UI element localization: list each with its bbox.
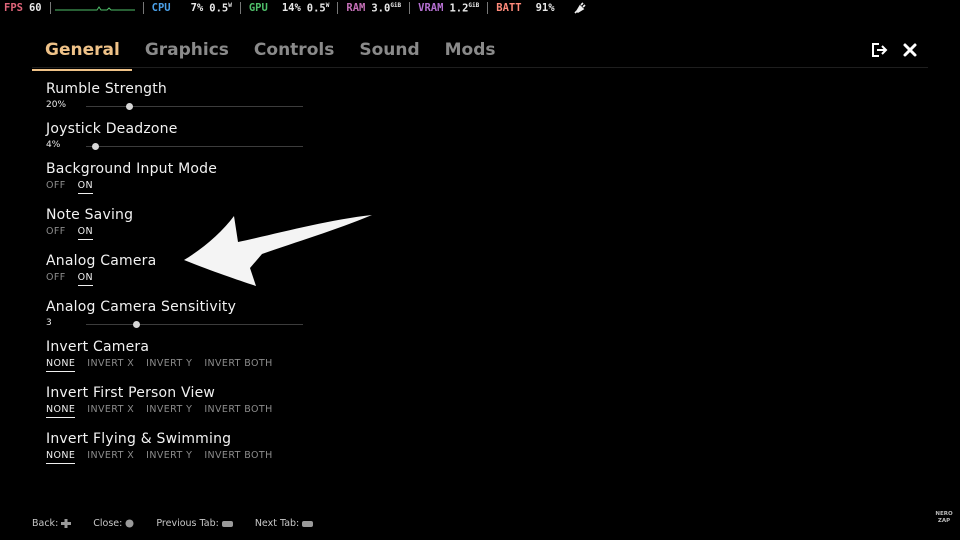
- setting-rumble-strength: Rumble Strength 20%: [46, 81, 303, 113]
- tab-divider: [32, 67, 928, 68]
- option-none[interactable]: NONE: [46, 358, 76, 372]
- option-invert-y[interactable]: INVERT Y: [146, 404, 192, 418]
- gpu-label: GPU: [248, 2, 268, 14]
- option-none[interactable]: NONE: [46, 450, 76, 464]
- shoulder-button-icon: [221, 520, 233, 527]
- setting-title: Analog Camera: [46, 253, 157, 269]
- cpu-label: CPU: [151, 2, 171, 14]
- option-group: NONE INVERT X INVERT Y INVERT BOTH: [46, 404, 285, 418]
- setting-joystick-deadzone: Joystick Deadzone 4%: [46, 121, 303, 153]
- option-group: OFF ON: [46, 226, 133, 240]
- setting-invert-flying-swimming: Invert Flying & Swimming NONE INVERT X I…: [46, 431, 285, 464]
- overlay-divider: [337, 2, 339, 14]
- tab-mods[interactable]: Mods: [432, 36, 508, 71]
- overlay-divider: [239, 2, 241, 14]
- setting-invert-camera: Invert Camera NONE INVERT X INVERT Y INV…: [46, 339, 285, 372]
- option-on[interactable]: ON: [77, 272, 93, 286]
- overlay-divider: [49, 2, 51, 14]
- setting-title: Rumble Strength: [46, 81, 168, 97]
- fps-label: FPS: [4, 2, 23, 14]
- exit-icon[interactable]: [871, 42, 888, 58]
- slider-value: 4%: [46, 140, 61, 150]
- setting-title: Joystick Deadzone: [46, 121, 178, 137]
- batt-value: 91%: [535, 2, 555, 14]
- slider-thumb[interactable]: [91, 143, 99, 150]
- slider-value: 3: [46, 318, 52, 328]
- setting-note-saving: Note Saving OFF ON: [46, 207, 133, 240]
- option-off[interactable]: OFF: [46, 180, 66, 194]
- vram-value: 1.2GiB: [449, 1, 480, 15]
- ram-value: 3.0GiB: [371, 1, 402, 15]
- option-invert-both[interactable]: INVERT BOTH: [204, 450, 272, 464]
- watermark-logo: NERO ZAP: [935, 511, 953, 524]
- option-invert-both[interactable]: INVERT BOTH: [204, 404, 272, 418]
- option-on[interactable]: ON: [77, 226, 93, 240]
- option-off[interactable]: OFF: [46, 226, 66, 240]
- b-button-icon: [125, 519, 134, 528]
- tab-controls[interactable]: Controls: [241, 36, 346, 71]
- cpu-power: 0.5W: [209, 1, 232, 15]
- vram-label: VRAM: [418, 2, 444, 14]
- cpu-usage: 7%: [190, 2, 204, 14]
- setting-title: Note Saving: [46, 207, 134, 223]
- setting-title: Invert Camera: [46, 339, 150, 355]
- overlay-divider: [142, 2, 144, 14]
- fps-graph: [54, 6, 135, 11]
- option-off[interactable]: OFF: [46, 272, 66, 286]
- setting-title: Analog Camera Sensitivity: [46, 299, 237, 315]
- option-invert-y[interactable]: INVERT Y: [146, 358, 192, 372]
- option-group: OFF ON: [46, 272, 156, 286]
- hint-close: Close:: [93, 518, 134, 529]
- hint-back: Back:: [32, 518, 72, 529]
- option-group: OFF ON: [46, 180, 217, 194]
- option-group: NONE INVERT X INVERT Y INVERT BOTH: [46, 450, 285, 464]
- setting-title: Invert Flying & Swimming: [46, 431, 232, 447]
- tab-general[interactable]: General: [32, 36, 132, 71]
- tab-graphics[interactable]: Graphics: [132, 36, 241, 71]
- setting-background-input-mode: Background Input Mode OFF ON: [46, 161, 217, 194]
- option-invert-y[interactable]: INVERT Y: [146, 450, 192, 464]
- slider-thumb[interactable]: [132, 321, 140, 328]
- tab-sound[interactable]: Sound: [346, 36, 431, 71]
- settings-tab-bar: General Graphics Controls Sound Mods: [32, 36, 508, 71]
- option-invert-x[interactable]: INVERT X: [87, 404, 134, 418]
- setting-invert-first-person-view: Invert First Person View NONE INVERT X I…: [46, 385, 285, 418]
- close-icon[interactable]: [902, 42, 918, 58]
- option-group: NONE INVERT X INVERT Y INVERT BOTH: [46, 358, 285, 372]
- option-invert-both[interactable]: INVERT BOTH: [204, 358, 272, 372]
- controller-hints: Back: Close: Previous Tab: Next Tab:: [32, 518, 335, 529]
- performance-overlay: FPS 60 CPU 7% 0.5W GPU 14% 0.5W RAM 3.0G…: [0, 0, 960, 16]
- arrow-icon: [184, 215, 372, 286]
- hint-next-tab: Next Tab:: [255, 518, 314, 529]
- gpu-power: 0.5W: [306, 1, 330, 15]
- overlay-divider: [409, 2, 411, 14]
- plug-icon: [573, 2, 586, 14]
- overlay-divider: [487, 2, 489, 14]
- joystick-deadzone-slider[interactable]: [86, 143, 303, 150]
- hint-previous-tab: Previous Tab:: [156, 518, 233, 529]
- option-none[interactable]: NONE: [46, 404, 76, 418]
- option-invert-x[interactable]: INVERT X: [87, 450, 134, 464]
- option-invert-x[interactable]: INVERT X: [87, 358, 134, 372]
- setting-analog-camera: Analog Camera OFF ON: [46, 253, 156, 286]
- ram-label: RAM: [346, 2, 366, 14]
- analog-camera-sensitivity-slider[interactable]: [86, 321, 303, 328]
- gpu-usage: 14%: [281, 2, 301, 14]
- setting-analog-camera-sensitivity: Analog Camera Sensitivity 3: [46, 299, 303, 331]
- setting-title: Background Input Mode: [46, 161, 218, 177]
- dpad-icon: [61, 519, 72, 528]
- rumble-strength-slider[interactable]: [86, 103, 303, 110]
- shoulder-button-icon: [302, 520, 314, 527]
- batt-label: BATT: [496, 2, 522, 14]
- option-on[interactable]: ON: [77, 180, 93, 194]
- slider-value: 20%: [46, 100, 67, 110]
- slider-thumb[interactable]: [126, 103, 134, 110]
- fps-value: 60: [28, 2, 42, 14]
- setting-title: Invert First Person View: [46, 385, 216, 401]
